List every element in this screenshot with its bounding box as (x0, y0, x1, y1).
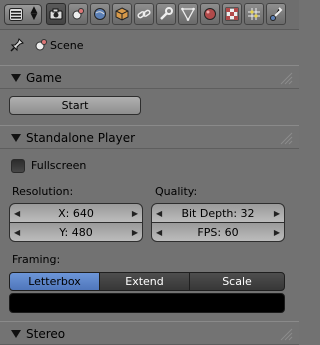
increment-arrow-icon[interactable]: ▶ (274, 204, 280, 224)
decrement-arrow-icon[interactable]: ◀ (14, 223, 20, 243)
mesh-data-icon (181, 7, 195, 21)
tab-render[interactable] (46, 3, 66, 25)
increment-arrow-icon[interactable]: ▶ (132, 223, 138, 243)
scene-icon (72, 8, 84, 20)
fullscreen-label: Fullscreen (31, 159, 87, 172)
drag-grip-icon[interactable] (277, 69, 293, 85)
resolution-label: Resolution: (12, 185, 74, 198)
properties-editor-icon (9, 8, 23, 21)
material-icon (204, 8, 216, 20)
increment-arrow-icon[interactable]: ▶ (132, 204, 138, 224)
collapse-triangle-icon (11, 74, 21, 82)
resolution-x-field[interactable]: ◀ X: 640 ▶ (9, 203, 143, 223)
resolution-y-value: Y: 480 (59, 226, 93, 239)
constraints-icon (137, 9, 151, 19)
panel-header-standalone[interactable]: Standalone Player (0, 125, 299, 149)
bit-depth-value: Bit Depth: 32 (181, 207, 255, 220)
world-icon (94, 8, 106, 20)
decrement-arrow-icon[interactable]: ◀ (156, 223, 162, 243)
context-tabs (46, 3, 288, 27)
object-icon (115, 7, 129, 21)
framing-extend-button[interactable]: Extend (99, 272, 190, 291)
chevron-updown-icon: ▲ ▼ (30, 5, 38, 22)
framing-letterbox-button[interactable]: Letterbox (9, 272, 100, 291)
physics-icon (270, 7, 283, 21)
fps-field[interactable]: ◀ FPS: 60 ▶ (151, 222, 285, 242)
tab-modifiers[interactable] (156, 3, 176, 25)
panel-header-game[interactable]: Game (0, 65, 299, 89)
editor-type-button[interactable]: ▲ ▼ (4, 4, 42, 25)
collapse-triangle-icon (11, 134, 21, 142)
wrench-icon (160, 7, 173, 20)
resolution-y-field[interactable]: ◀ Y: 480 ▶ (9, 222, 143, 242)
drag-grip-icon[interactable] (277, 129, 293, 145)
tab-physics[interactable] (266, 3, 286, 25)
panel-title-game: Game (26, 71, 62, 85)
tab-mesh-data[interactable] (178, 3, 198, 25)
fps-value: FPS: 60 (197, 226, 239, 239)
fullscreen-checkbox[interactable] (11, 159, 25, 173)
decrement-arrow-icon[interactable]: ◀ (14, 204, 20, 224)
render-icon (49, 8, 63, 20)
tab-scene[interactable] (68, 3, 88, 25)
panel-title-stereo: Stereo (26, 327, 66, 341)
bit-depth-field[interactable]: ◀ Bit Depth: 32 ▶ (151, 203, 285, 223)
resolution-x-value: X: 640 (58, 207, 94, 220)
collapse-triangle-icon (11, 330, 21, 338)
particles-icon (248, 8, 260, 20)
framing-scale-button[interactable]: Scale (189, 272, 285, 291)
tab-texture[interactable] (222, 3, 242, 25)
tab-constraints[interactable] (134, 3, 154, 25)
tab-particles[interactable] (244, 3, 264, 25)
framing-bar-color-swatch[interactable] (9, 293, 285, 313)
texture-icon (225, 7, 239, 21)
scene-icon (35, 39, 47, 51)
panel-header-stereo[interactable]: Stereo (0, 321, 299, 345)
properties-header: ▲ ▼ (0, 0, 299, 30)
quality-label: Quality: (155, 185, 198, 198)
framing-label: Framing: (12, 253, 61, 266)
tab-object[interactable] (112, 3, 132, 25)
start-button[interactable]: Start (9, 96, 141, 115)
decrement-arrow-icon[interactable]: ◀ (156, 204, 162, 224)
panel-title-standalone: Standalone Player (26, 131, 136, 145)
tab-material[interactable] (200, 3, 220, 25)
drag-grip-icon[interactable] (277, 325, 293, 341)
scene-label: Scene (50, 39, 84, 52)
pin-icon[interactable] (10, 38, 24, 52)
increment-arrow-icon[interactable]: ▶ (274, 223, 280, 243)
tab-world[interactable] (90, 3, 110, 25)
